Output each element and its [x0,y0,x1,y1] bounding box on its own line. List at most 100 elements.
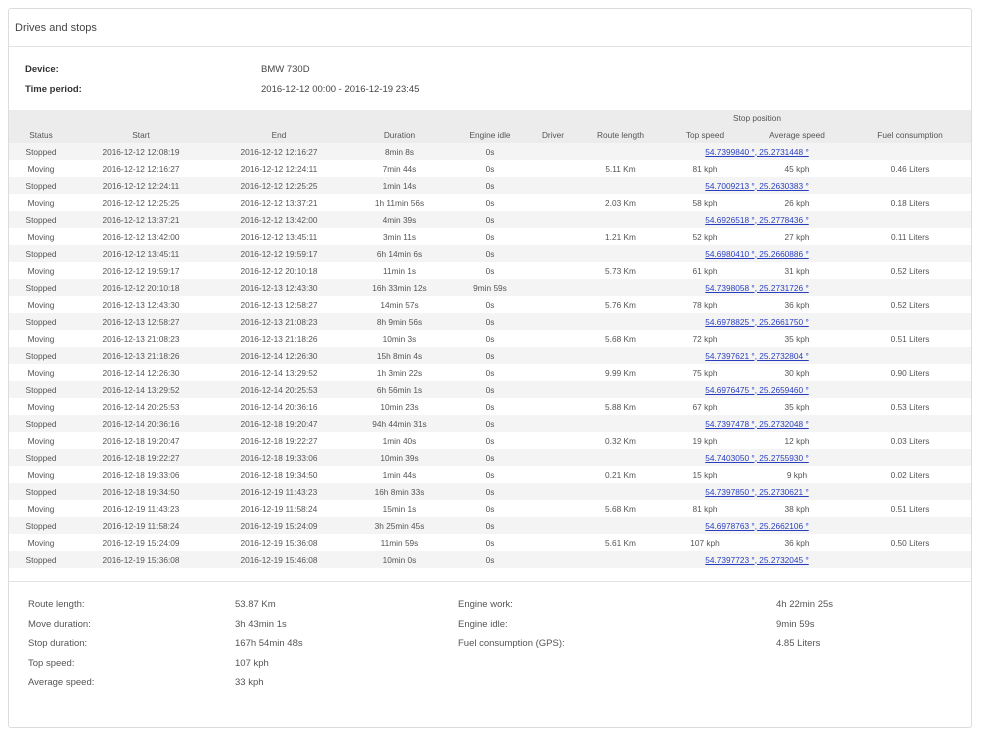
cell-engine-idle: 0s [450,160,530,177]
cell-fuel-consumption: 0.52 Liters [849,262,972,279]
cell-end: 2016-12-12 13:42:00 [209,211,349,228]
cell-average-speed: 45 kph [745,160,850,177]
stop-position-link[interactable]: 54.7397723 °, 25.2732045 ° [705,555,809,565]
cell-driver [530,177,576,194]
summary-value: 3h 43min 1s [235,618,287,630]
cell-engine-idle: 0s [450,347,530,364]
table-body: Stopped 2016-12-12 12:08:19 2016-12-12 12:… [9,143,972,568]
cell-end: 2016-12-19 15:46:08 [209,551,349,568]
cell-start: 2016-12-18 19:33:06 [73,466,209,483]
cell-start: 2016-12-19 11:58:24 [73,517,209,534]
cell-status: Moving [9,160,73,177]
stop-position-link[interactable]: 54.7403050 °, 25.2755930 ° [705,453,809,463]
cell-driver [530,466,576,483]
cell-fuel-consumption [849,517,972,534]
cell-route-length [576,449,665,466]
table-row: Stopped 2016-12-12 13:45:11 2016-12-12 19:… [9,245,972,262]
cell-fuel-consumption [849,177,972,194]
cell-fuel-consumption [849,415,972,432]
cell-fuel-consumption: 0.03 Liters [849,432,972,449]
cell-fuel-consumption: 0.46 Liters [849,160,972,177]
cell-route-length: 5.76 Km [576,296,665,313]
stop-position-link[interactable]: 54.7397621 °, 25.2732804 ° [705,351,809,361]
cell-top-speed: 52 kph [665,228,745,245]
cell-duration: 16h 8min 33s [349,483,450,500]
cell-duration: 14min 57s [349,296,450,313]
cell-status: Stopped [9,551,73,568]
cell-stop-position: 54.6976475 °, 25.2659460 ° [665,381,850,398]
cell-average-speed: 9 kph [745,466,850,483]
cell-fuel-consumption: 0.52 Liters [849,296,972,313]
cell-engine-idle: 0s [450,143,530,160]
cell-engine-idle: 0s [450,194,530,211]
cell-start: 2016-12-19 15:24:09 [73,534,209,551]
cell-stop-position: 54.6978825 °, 25.2661750 ° [665,313,850,330]
cell-route-length: 5.68 Km [576,330,665,347]
cell-route-length [576,177,665,194]
cell-end: 2016-12-18 19:34:50 [209,466,349,483]
cell-end: 2016-12-12 12:25:25 [209,177,349,194]
summary-label: Engine work: [458,599,513,610]
cell-stop-position: 54.6980410 °, 25.2660886 ° [665,245,850,262]
cell-status: Moving [9,534,73,551]
cell-status: Moving [9,228,73,245]
table-row: Moving 2016-12-13 12:43:30 2016-12-13 12:5… [9,296,972,313]
panel-title: Drives and stops [15,21,97,34]
cell-start: 2016-12-18 19:20:47 [73,432,209,449]
cell-driver [530,245,576,262]
stop-position-link[interactable]: 54.7009213 °, 25.2630383 ° [705,181,809,191]
cell-top-speed: 107 kph [665,534,745,551]
stop-position-link[interactable]: 54.6976475 °, 25.2659460 ° [705,385,809,395]
cell-duration: 6h 14min 6s [349,245,450,262]
cell-engine-idle: 0s [450,330,530,347]
cell-engine-idle: 0s [450,398,530,415]
cell-status: Moving [9,262,73,279]
cell-duration: 3min 11s [349,228,450,245]
summary-label: Fuel consumption (GPS): [458,638,565,649]
stop-position-link[interactable]: 54.7398058 °, 25.2731726 ° [705,283,809,293]
stop-position-link[interactable]: 54.6978825 °, 25.2661750 ° [705,317,809,327]
cell-fuel-consumption: 0.51 Liters [849,500,972,517]
cell-duration: 4min 39s [349,211,450,228]
cell-status: Moving [9,364,73,381]
summary-value: 9min 59s [776,618,815,630]
cell-start: 2016-12-14 20:36:16 [73,415,209,432]
cell-fuel-consumption [849,279,972,296]
table-row: Stopped 2016-12-14 13:29:52 2016-12-14 20:… [9,381,972,398]
cell-duration: 15h 8min 4s [349,347,450,364]
cell-top-speed: 67 kph [665,398,745,415]
cell-status: Stopped [9,415,73,432]
cell-stop-position: 54.6978763 °, 25.2662106 ° [665,517,850,534]
cell-average-speed: 30 kph [745,364,850,381]
cell-route-length: 2.03 Km [576,194,665,211]
cell-start: 2016-12-19 11:43:23 [73,500,209,517]
cell-status: Stopped [9,313,73,330]
stop-position-link[interactable]: 54.7399840 °, 25.2731448 ° [705,147,809,157]
cell-top-speed: 61 kph [665,262,745,279]
stop-position-link[interactable]: 54.6980410 °, 25.2660886 ° [705,249,809,259]
cell-duration: 3h 25min 45s [349,517,450,534]
stop-position-link[interactable]: 54.7397850 °, 25.2730621 ° [705,487,809,497]
cell-route-length: 0.21 Km [576,466,665,483]
cell-top-speed: 72 kph [665,330,745,347]
cell-end: 2016-12-19 15:36:08 [209,534,349,551]
cell-duration: 1h 11min 56s [349,194,450,211]
stop-position-link[interactable]: 54.7397478 °, 25.2732048 ° [705,419,809,429]
summary-value: 107 kph [235,657,269,669]
cell-engine-idle: 0s [450,517,530,534]
cell-fuel-consumption [849,313,972,330]
cell-end: 2016-12-14 20:25:53 [209,381,349,398]
cell-route-length: 5.61 Km [576,534,665,551]
cell-average-speed: 27 kph [745,228,850,245]
cell-status: Moving [9,466,73,483]
stop-position-link[interactable]: 54.6978763 °, 25.2662106 ° [705,521,809,531]
cell-status: Moving [9,330,73,347]
device-label: Device: [25,64,59,75]
cell-driver [530,160,576,177]
cell-stop-position: 54.7398058 °, 25.2731726 ° [665,279,850,296]
divider [9,581,971,582]
panel-header: Drives and stops [9,9,971,47]
table-row: Stopped 2016-12-18 19:22:27 2016-12-18 19:… [9,449,972,466]
cell-driver [530,364,576,381]
stop-position-link[interactable]: 54.6926518 °, 25.2778436 ° [705,215,809,225]
